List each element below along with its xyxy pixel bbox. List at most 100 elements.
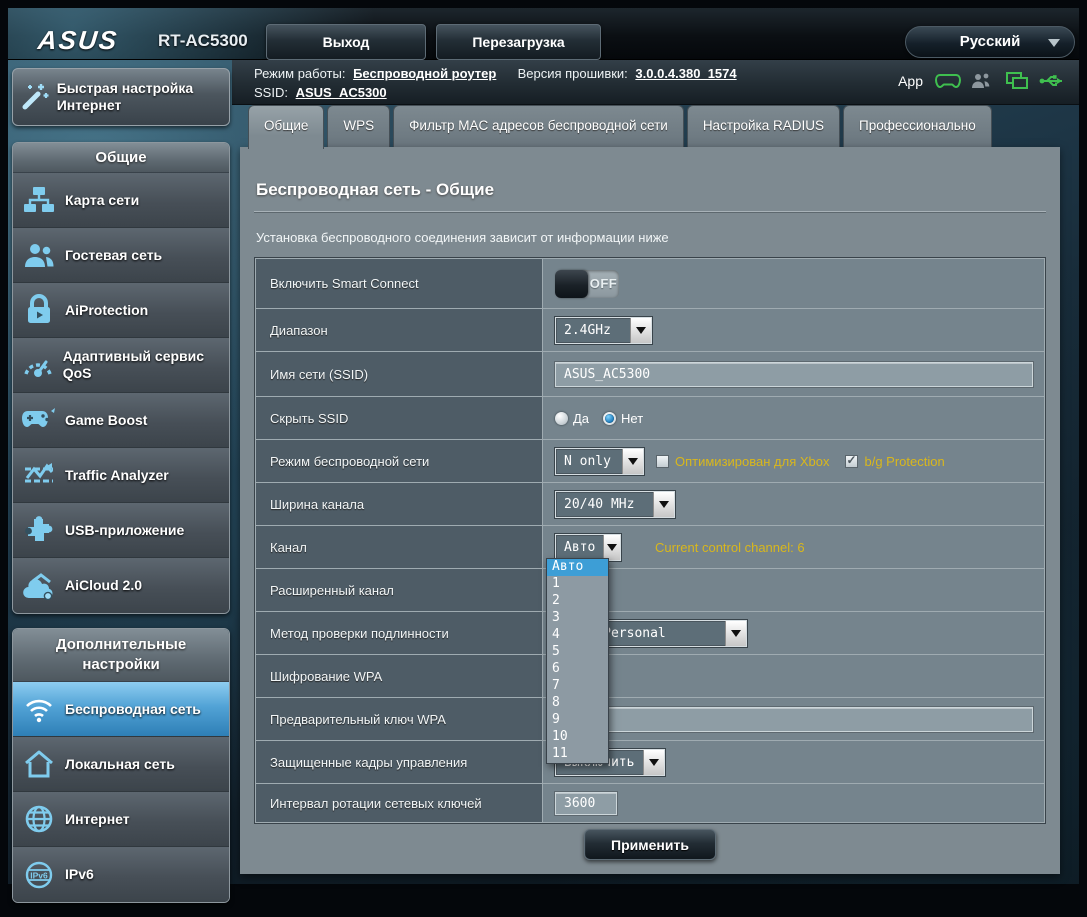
router-model: RT-AC5300: [158, 31, 248, 51]
sidebar-item-quick-setup[interactable]: Быстрая настройка Интернет: [12, 68, 230, 126]
channel-select[interactable]: Авто: [555, 534, 621, 561]
tab-radius[interactable]: Настройка RADIUS: [687, 105, 840, 147]
table-row: Скрыть SSID Да Нет: [256, 397, 1044, 440]
sidebar-item-label: Адаптивный сервис QoS: [63, 348, 229, 382]
table-row: Предварительный ключ WPA: [256, 698, 1044, 741]
sidebar-item-wan[interactable]: Интернет: [13, 792, 229, 847]
sidebar-item-label: IPv6: [65, 866, 94, 883]
cloud-home-icon: [13, 572, 65, 600]
radio-label-yes: Да: [573, 411, 589, 426]
wpa-key-input[interactable]: [555, 707, 1033, 732]
table-row: Ширина канала 20/40 MHz: [256, 483, 1044, 526]
usb-icon[interactable]: [1039, 73, 1065, 89]
toggle-state-label: OFF: [588, 270, 619, 298]
tab-bar: Общие WPS Фильтр MAC адресов беспроводно…: [248, 105, 995, 147]
channel-option[interactable]: 9: [547, 712, 608, 729]
channel-width-select[interactable]: 20/40 MHz: [555, 491, 675, 518]
sidebar-item-aiprotection[interactable]: AiProtection: [13, 283, 229, 338]
sidebar-item-wireless[interactable]: Беспроводная сеть: [13, 682, 229, 737]
svg-text:IPv6: IPv6: [30, 870, 48, 880]
channel-option[interactable]: Авто: [547, 559, 608, 576]
bg-protection-checkbox[interactable]: [845, 455, 858, 468]
field-label: Режим беспроводной сети: [256, 440, 543, 482]
sidebar-item-usb-application[interactable]: USB-приложение: [13, 503, 229, 558]
sidebar-item-ipv6[interactable]: IPv6 IPv6: [13, 847, 229, 902]
tab-mac-filter[interactable]: Фильтр MAC адресов беспроводной сети: [393, 105, 684, 147]
sidebar-group-general: Общие Карта сети Гостевая сеть AiProtect…: [12, 142, 230, 614]
key-rotation-input[interactable]: [555, 792, 617, 815]
hide-ssid-no-radio[interactable]: [603, 412, 616, 425]
tab-professional[interactable]: Профессионально: [843, 105, 992, 147]
table-row: Защищенные кадры управления Выключить: [256, 741, 1044, 784]
band-select[interactable]: 2.4GHz: [555, 317, 652, 344]
field-label: Предварительный ключ WPA: [256, 698, 543, 740]
sidebar-item-aicloud[interactable]: AiCloud 2.0: [13, 558, 229, 613]
language-select[interactable]: Русский: [905, 26, 1075, 58]
tab-general[interactable]: Общие: [248, 105, 324, 149]
channel-option[interactable]: 4: [547, 627, 608, 644]
channel-option[interactable]: 10: [547, 729, 608, 746]
sidebar-item-traffic-analyzer[interactable]: Traffic Analyzer: [13, 448, 229, 503]
chevron-down-icon: [603, 535, 620, 560]
header-bar: ASUS RT-AC5300 Выход Перезагрузка Русски…: [8, 8, 1079, 60]
radio-label-no: Нет: [621, 411, 643, 426]
hide-ssid-yes-radio[interactable]: [555, 412, 568, 425]
table-row: Имя сети (SSID): [256, 352, 1044, 397]
channel-option[interactable]: 11: [547, 746, 608, 763]
channel-option[interactable]: 3: [547, 610, 608, 627]
ssid-input[interactable]: [555, 362, 1033, 387]
ssid-label: SSID:: [254, 85, 288, 100]
channel-option[interactable]: 5: [547, 644, 608, 661]
toggle-knob: [555, 270, 588, 298]
firmware-version-link[interactable]: 3.0.0.4.380_1574: [635, 66, 736, 81]
channel-option[interactable]: 1: [547, 576, 608, 593]
ipv6-globe-icon: IPv6: [13, 860, 65, 890]
smart-connect-toggle[interactable]: OFF: [555, 270, 619, 298]
table-row: Интервал ротации сетевых ключей: [256, 784, 1044, 822]
field-label: Интервал ротации сетевых ключей: [256, 784, 543, 822]
content-panel: Беспроводная сеть - Общие Установка бесп…: [240, 147, 1060, 874]
sidebar-item-label: Интернет: [65, 811, 130, 828]
channel-option[interactable]: 7: [547, 678, 608, 695]
operation-mode-link[interactable]: Беспроводной роутер: [353, 66, 496, 81]
guest-network-icon: [13, 240, 65, 270]
sidebar-item-label: Гостевая сеть: [65, 247, 162, 264]
globe-icon: [13, 804, 65, 834]
divider: [254, 211, 1046, 212]
sidebar-item-game-boost[interactable]: Game Boost: [13, 393, 229, 448]
checkbox-label: b/g Protection: [864, 454, 944, 469]
sidebar-item-network-map[interactable]: Карта сети: [13, 173, 229, 228]
checkbox-label: Оптимизирован для Xbox: [675, 454, 829, 469]
sidebar-item-label: Карта сети: [65, 192, 139, 209]
traffic-chart-icon: [13, 461, 65, 489]
wireless-mode-select[interactable]: N only: [555, 448, 644, 475]
screens-sync-icon[interactable]: [1005, 71, 1029, 90]
logout-button[interactable]: Выход: [266, 24, 426, 60]
sidebar-item-lan[interactable]: Локальная сеть: [13, 737, 229, 792]
shield-lock-icon: [13, 294, 65, 326]
ssid-link[interactable]: ASUS_AC5300: [296, 85, 387, 100]
field-label: Защищенные кадры управления: [256, 741, 543, 783]
chevron-down-icon: [643, 750, 664, 775]
sidebar-item-qos[interactable]: Адаптивный сервис QoS: [13, 338, 229, 393]
field-label: Имя сети (SSID): [256, 352, 543, 396]
channel-option[interactable]: 2: [547, 593, 608, 610]
sidebar-group-advanced: Дополнительные настройки Беспроводная се…: [12, 628, 230, 903]
sidebar-item-guest-network[interactable]: Гостевая сеть: [13, 228, 229, 283]
sidebar-item-label: Traffic Analyzer: [65, 467, 169, 484]
chevron-down-icon: [622, 449, 643, 474]
sidebar-item-label: AiProtection: [65, 302, 148, 319]
sidebar-item-label: AiCloud 2.0: [65, 577, 142, 594]
field-label: Скрыть SSID: [256, 397, 543, 439]
xbox-optimized-checkbox[interactable]: [656, 455, 669, 468]
field-label: Диапазон: [256, 309, 543, 351]
channel-option[interactable]: 6: [547, 661, 608, 678]
gamepad-icon: [13, 407, 65, 433]
gamepad-icon[interactable]: [935, 72, 961, 90]
channel-option[interactable]: 8: [547, 695, 608, 712]
share-devices-icon[interactable]: [971, 72, 995, 90]
chevron-down-icon: [653, 492, 674, 517]
tab-wps[interactable]: WPS: [327, 105, 390, 147]
apply-button[interactable]: Применить: [584, 829, 716, 860]
reboot-button[interactable]: Перезагрузка: [436, 24, 601, 60]
